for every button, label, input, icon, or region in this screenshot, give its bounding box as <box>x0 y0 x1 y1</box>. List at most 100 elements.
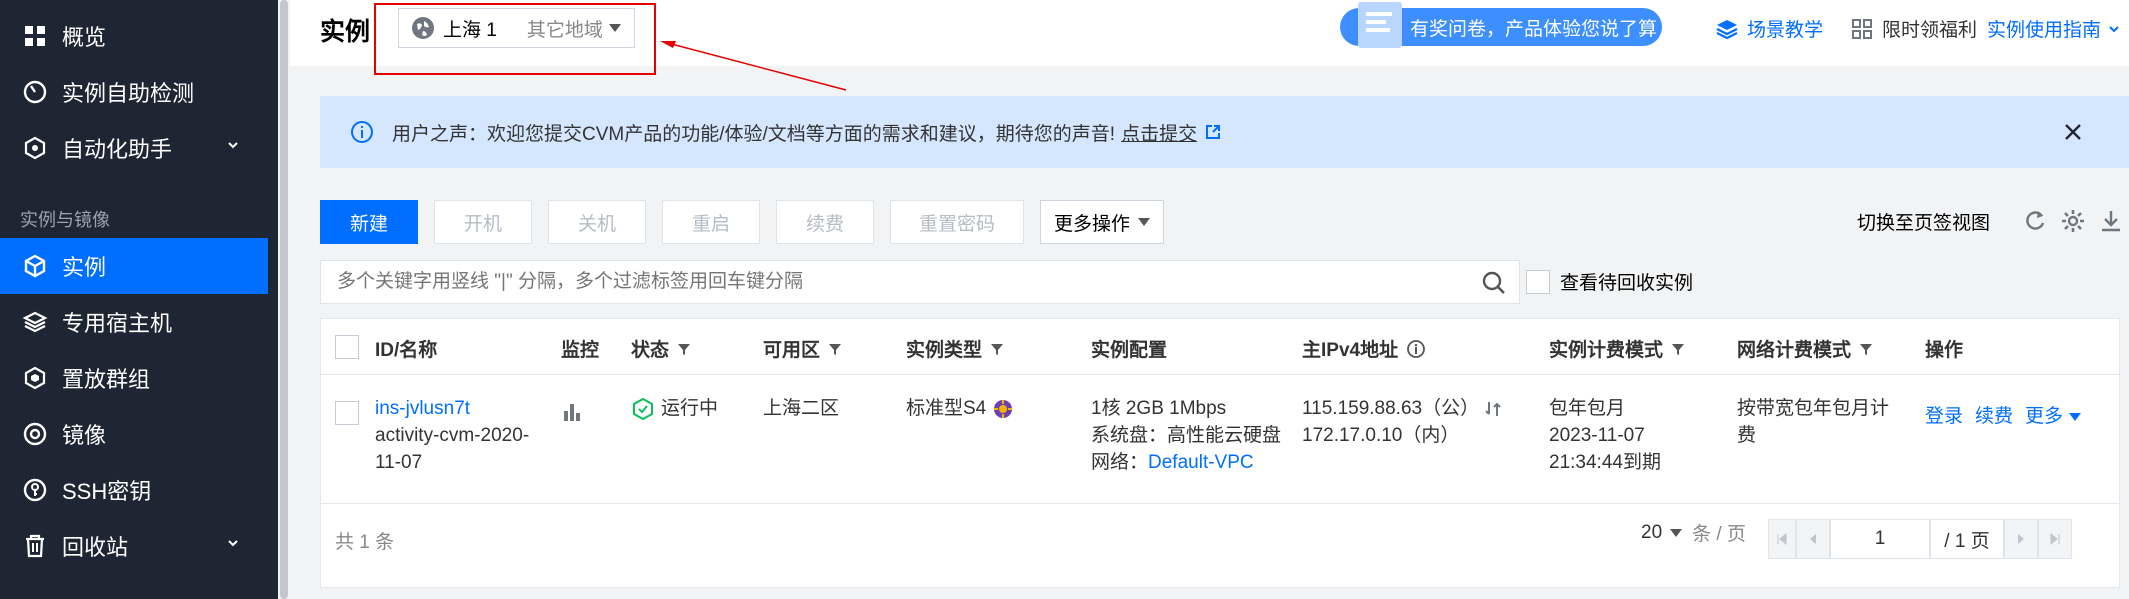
col-instance-type[interactable]: 实例类型 <box>906 335 1004 362</box>
restart-button[interactable]: 重启 <box>662 200 760 244</box>
more-actions-dropdown[interactable]: 更多操作 <box>1040 200 1164 244</box>
vpc-link[interactable]: Default-VPC <box>1148 452 1254 473</box>
col-actions: 操作 <box>1925 340 1964 361</box>
next-page-icon <box>2018 534 2024 544</box>
key-icon <box>20 475 50 505</box>
col-billing[interactable]: 实例计费模式 <box>1549 335 1685 362</box>
instance-id-link[interactable]: ins-jvlusn7t <box>375 395 529 422</box>
caret-down-icon[interactable] <box>2069 412 2082 421</box>
sidebar-item-recycle-bin[interactable]: 回收站 <box>0 518 268 574</box>
refresh-icon[interactable] <box>2022 208 2048 234</box>
renew-action[interactable]: 续费 <box>1975 403 2013 430</box>
public-ip: 115.159.88.63（公） <box>1302 398 1480 419</box>
robot-icon <box>20 133 50 163</box>
config-spec: 1核 2GB 1Mbps <box>1091 398 1227 419</box>
start-button[interactable]: 开机 <box>434 200 532 244</box>
benefits-link[interactable]: 限时领福利 <box>1850 15 1977 42</box>
filter-icon[interactable] <box>828 342 842 356</box>
survey-banner-button[interactable]: 有奖问卷，产品体验您说了算 <box>1340 2 1662 48</box>
sidebar-item-label: 实例自助检测 <box>62 81 195 106</box>
recycle-label: 查看待回收实例 <box>1560 273 1694 294</box>
sidebar-item-self-check[interactable]: 实例自助检测 <box>0 64 268 120</box>
login-action[interactable]: 登录 <box>1925 403 1963 430</box>
feedback-notice: 用户之声：欢迎您提交CVM产品的功能/体验/文档等方面的需求和建议，期待您的声音… <box>320 96 2129 168</box>
instance-guide-link[interactable]: 实例使用指南 <box>1987 15 2121 42</box>
row-checkbox[interactable] <box>335 401 359 425</box>
next-page-button[interactable] <box>2004 519 2038 559</box>
config-disk: 系统盘：高性能云硬盘 <box>1091 425 1282 446</box>
filter-icon[interactable] <box>1671 342 1685 356</box>
search-bar[interactable] <box>320 260 1520 304</box>
last-page-button[interactable] <box>2038 519 2072 559</box>
filter-icon[interactable] <box>677 342 691 356</box>
gauge-icon <box>20 77 50 107</box>
scenario-tutorial-link[interactable]: 场景教学 <box>1715 15 1823 42</box>
cpu-badge-icon <box>994 399 1013 418</box>
page-number-input[interactable]: 1 <box>1830 519 1930 559</box>
zone-text: 上海二区 <box>763 398 840 419</box>
reset-password-button[interactable]: 重置密码 <box>890 200 1024 244</box>
sidebar-item-images[interactable]: 镜像 <box>0 406 268 462</box>
sidebar-group-title: 实例与镜像 <box>20 210 110 230</box>
sidebar-item-instances[interactable]: 实例 <box>0 238 268 294</box>
renew-button[interactable]: 续费 <box>776 200 874 244</box>
scrollbar-thumb[interactable] <box>280 0 288 599</box>
sidebar-item-overview[interactable]: 概览 <box>0 8 268 64</box>
prev-page-button[interactable] <box>1796 519 1830 559</box>
questionnaire-icon <box>1358 2 1402 48</box>
close-icon[interactable] <box>2059 118 2087 146</box>
sidebar-item-label: 置放群组 <box>62 367 151 392</box>
page-size-select[interactable]: 20 条 / 页 <box>1641 519 1746 546</box>
view-recycle-checkbox[interactable]: 查看待回收实例 <box>1526 268 1693 295</box>
col-status[interactable]: 状态 <box>631 335 691 362</box>
external-link-icon[interactable] <box>1205 124 1221 140</box>
stop-button[interactable]: 关机 <box>548 200 646 244</box>
download-icon[interactable] <box>2098 208 2124 234</box>
filter-icon[interactable] <box>990 342 1004 356</box>
info-icon[interactable] <box>1406 339 1426 359</box>
switch-tab-view-link[interactable]: 切换至页签视图 <box>1857 208 1990 235</box>
table-header: ID/名称 监控 状态 可用区 实例类型 实例配置 主IPv4地址 实例计费模式… <box>321 319 2119 375</box>
chevron-down-icon <box>2109 25 2119 32</box>
submit-feedback-link[interactable]: 点击提交 <box>1121 119 1197 146</box>
transfer-icon[interactable] <box>1483 399 1503 419</box>
col-zone[interactable]: 可用区 <box>763 335 842 362</box>
chevron-down-icon <box>228 540 238 547</box>
link-label: 场景教学 <box>1747 20 1824 41</box>
sidebar-item-automation[interactable]: 自动化助手 <box>0 120 268 176</box>
search-icon[interactable] <box>1481 270 1507 296</box>
more-action[interactable]: 更多 <box>2025 403 2063 430</box>
sidebar-item-ssh-keys[interactable]: SSH密钥 <box>0 462 268 518</box>
main-content: 实例 上海 1 其它地域 有奖问卷，产品体验您说了算 场景教学 限时领福利 实例… <box>290 0 2129 599</box>
row-divider <box>321 503 2119 504</box>
sidebar-item-label: 概览 <box>62 25 107 50</box>
first-page-icon <box>1777 533 1787 545</box>
instance-name-cont: 11-07 <box>375 452 423 473</box>
col-net-billing[interactable]: 网络计费模式 <box>1737 335 1873 362</box>
col-config: 实例配置 <box>1091 340 1168 361</box>
sidebar-item-placement-group[interactable]: 置放群组 <box>0 350 268 406</box>
sidebar-item-label: SSH密钥 <box>62 479 152 504</box>
page-title: 实例 <box>320 18 371 46</box>
annotation-highlight-box <box>374 3 656 75</box>
select-all-checkbox[interactable] <box>335 335 359 359</box>
settings-gear-icon[interactable] <box>2060 208 2086 234</box>
monitor-chart-icon[interactable] <box>561 401 583 423</box>
checkbox[interactable] <box>1526 269 1550 294</box>
info-icon <box>351 121 373 143</box>
caret-down-icon <box>1670 528 1683 537</box>
hex-icon <box>20 363 50 393</box>
expiry-time: 21:34:44到期 <box>1549 452 1661 473</box>
top-bar: 实例 上海 1 其它地域 有奖问卷，产品体验您说了算 场景教学 限时领福利 实例… <box>290 0 2129 75</box>
prev-page-icon <box>1810 534 1816 544</box>
sidebar-item-label: 实例 <box>62 255 107 280</box>
instance-type-text: 标准型S4 <box>906 398 987 419</box>
first-page-button[interactable] <box>1768 519 1796 559</box>
filter-icon[interactable] <box>1859 342 1873 356</box>
sidebar-scrollbar[interactable] <box>278 0 290 599</box>
new-instance-button[interactable]: 新建 <box>320 200 418 244</box>
gift-icon <box>1852 18 1872 39</box>
sidebar-item-dedicated-host[interactable]: 专用宿主机 <box>0 294 268 350</box>
link-label: 实例使用指南 <box>1987 20 2102 41</box>
search-input[interactable] <box>337 271 1437 293</box>
